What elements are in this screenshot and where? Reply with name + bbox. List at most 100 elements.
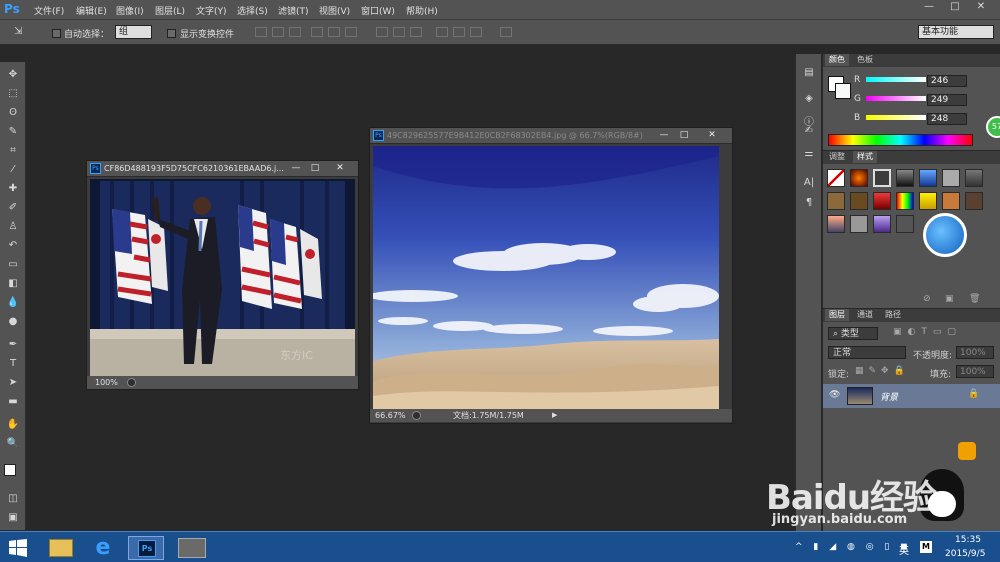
restore-button[interactable]: □ (944, 0, 966, 14)
minimize-button[interactable]: — (918, 0, 940, 14)
style-swatch-8[interactable] (827, 192, 845, 210)
align-hcenter-icon[interactable] (328, 27, 340, 37)
color-bg-swatch[interactable] (835, 83, 851, 99)
style-swatch-6[interactable] (942, 169, 960, 187)
styles-new-icon[interactable]: ▣ (945, 294, 954, 304)
channel-b-value[interactable]: 248 (927, 113, 967, 125)
doc2-zoom-level[interactable]: 66.67% (375, 409, 406, 422)
brush-tool-icon[interactable]: ✐ (5, 201, 21, 215)
layer-visibility-eye-icon[interactable]: 👁 (829, 390, 840, 400)
color-spectrum-bar[interactable] (828, 134, 973, 146)
doc1-info-icon[interactable] (127, 378, 136, 387)
doc2-restore-button[interactable]: □ (675, 129, 693, 141)
menu-select[interactable]: 选择(S) (237, 4, 268, 17)
channel-r-slider[interactable] (866, 77, 926, 82)
photoshop-taskbar-icon[interactable]: Ps (128, 536, 164, 560)
channel-b-slider[interactable] (866, 115, 926, 120)
pen-tool-icon[interactable]: ✒ (5, 338, 21, 352)
opacity-input[interactable]: 100% (956, 346, 994, 359)
photo-viewer-icon[interactable] (174, 536, 210, 560)
channel-g-slider[interactable] (866, 96, 926, 101)
character-panel-icon[interactable]: A| (801, 176, 817, 190)
align-vcenter-icon[interactable] (272, 27, 284, 37)
system-tray-icons[interactable]: ^ ▮ ◢ ◍ ◎ ▯ ◼ (795, 542, 912, 552)
desert-photo-canvas[interactable] (373, 146, 719, 409)
style-swatch-15[interactable] (827, 215, 845, 233)
styles-trash-icon[interactable]: 🗑 (969, 294, 980, 304)
menu-type[interactable]: 文字(Y) (196, 4, 227, 17)
layer-filter-icons[interactable]: ▣◐T▭▢ (893, 327, 962, 337)
healing-brush-tool-icon[interactable]: ✚ (5, 182, 21, 196)
type-tool-icon[interactable]: T (5, 357, 21, 371)
lock-icons[interactable]: ▦✎✥🔒 (855, 366, 910, 376)
eyedropper-tool-icon[interactable]: ⁄ (5, 163, 21, 177)
auto-align-icon[interactable] (500, 27, 512, 37)
align-left-icon[interactable] (311, 27, 323, 37)
document-2-titlebar[interactable]: Ps 49C829625577E9B412E0CB2F68302EB4.jpg … (370, 128, 732, 144)
menu-image[interactable]: 图像(I) (116, 4, 144, 17)
history-brush-tool-icon[interactable]: ↶ (5, 239, 21, 253)
ime-mode-icon[interactable]: M (920, 541, 932, 553)
crop-tool-icon[interactable]: ⌗ (5, 144, 21, 158)
style-swatch-17[interactable] (873, 215, 891, 233)
ie-browser-icon[interactable]: e (85, 536, 121, 560)
distribute-bottom-icon[interactable] (410, 27, 422, 37)
gradient-tool-icon[interactable]: ◧ (5, 277, 21, 291)
tab-layers[interactable]: 图层 (825, 309, 849, 321)
screen-mode-icon[interactable]: ▣ (5, 511, 21, 525)
foreground-color-swatch[interactable] (4, 464, 16, 476)
distribute-right-icon[interactable] (470, 27, 482, 37)
tab-channels[interactable]: 通道 (853, 309, 877, 321)
obama-photo-canvas[interactable]: 东方IC (90, 179, 355, 376)
move-tool-icon[interactable]: ⇲ (14, 26, 22, 37)
doc1-minimize-button[interactable]: — (287, 162, 305, 174)
layer-filter-dropdown[interactable]: ⌕ 类型 (828, 327, 878, 340)
clone-stamp-tool-icon[interactable]: ♙ (5, 220, 21, 234)
shape-tool-icon[interactable]: ▬ (5, 395, 21, 409)
auto-select-checkbox[interactable] (52, 29, 61, 38)
doc1-zoom-level[interactable]: 100% (95, 376, 118, 389)
align-bottom-icon[interactable] (289, 27, 301, 37)
style-swatch-18[interactable] (896, 215, 914, 233)
eraser-tool-icon[interactable]: ▭ (5, 258, 21, 272)
style-swatch-9[interactable] (850, 192, 868, 210)
path-select-tool-icon[interactable]: ➤ (5, 376, 21, 390)
auto-select-dropdown[interactable]: 组 (115, 25, 152, 39)
menu-window[interactable]: 窗口(W) (361, 4, 395, 17)
doc2-info-icon[interactable] (412, 411, 421, 420)
clock-date[interactable]: 2015/9/5 (945, 549, 985, 559)
tab-adjustments[interactable]: 调整 (825, 151, 849, 163)
menu-view[interactable]: 视图(V) (319, 4, 350, 17)
brush-presets-icon[interactable]: ⚌ (801, 147, 817, 161)
style-swatch-3[interactable] (873, 169, 891, 187)
clock-time[interactable]: 15:35 (955, 535, 981, 545)
workspace-dropdown[interactable]: 基本功能 (918, 25, 994, 39)
style-swatch-2[interactable] (850, 169, 868, 187)
status-menu-arrow-icon[interactable]: ▶ (552, 409, 557, 422)
document-window-1[interactable]: Ps CF86D488193F5D75CFC6210361EBAAD6.j...… (86, 160, 359, 390)
style-swatch-5[interactable] (919, 169, 937, 187)
document-window-2[interactable]: Ps 49C829625577E9B412E0CB2F68302EB4.jpg … (369, 127, 733, 424)
tab-paths[interactable]: 路径 (881, 309, 905, 321)
distribute-top-icon[interactable] (376, 27, 388, 37)
properties-panel-icon[interactable]: ◈ (801, 92, 817, 106)
style-swatch-7[interactable] (965, 169, 983, 187)
file-explorer-icon[interactable] (43, 536, 79, 560)
menu-edit[interactable]: 编辑(E) (76, 4, 107, 17)
style-swatch-16[interactable] (850, 215, 868, 233)
move-tool-icon[interactable]: ✥ (5, 68, 21, 82)
ime-indicator[interactable]: 英 (899, 542, 909, 557)
quick-mask-icon[interactable]: ◫ (5, 492, 21, 506)
styles-delete-icon[interactable]: ⊘ (923, 294, 931, 304)
menu-layer[interactable]: 图层(L) (155, 4, 185, 17)
doc2-minimize-button[interactable]: — (655, 129, 673, 141)
layer-row-background[interactable]: 👁 背景 🔒 (823, 384, 1000, 408)
tab-styles[interactable]: 样式 (853, 151, 877, 163)
doc1-restore-button[interactable]: □ (306, 162, 324, 174)
layer-name[interactable]: 背景 (880, 390, 898, 403)
brush-panel-icon[interactable]: ✍ (801, 124, 817, 138)
marquee-tool-icon[interactable]: ⬚ (5, 87, 21, 101)
blur-tool-icon[interactable]: 💧 (5, 296, 21, 310)
hand-tool-icon[interactable]: ✋ (5, 418, 21, 432)
channel-g-value[interactable]: 249 (927, 94, 967, 106)
